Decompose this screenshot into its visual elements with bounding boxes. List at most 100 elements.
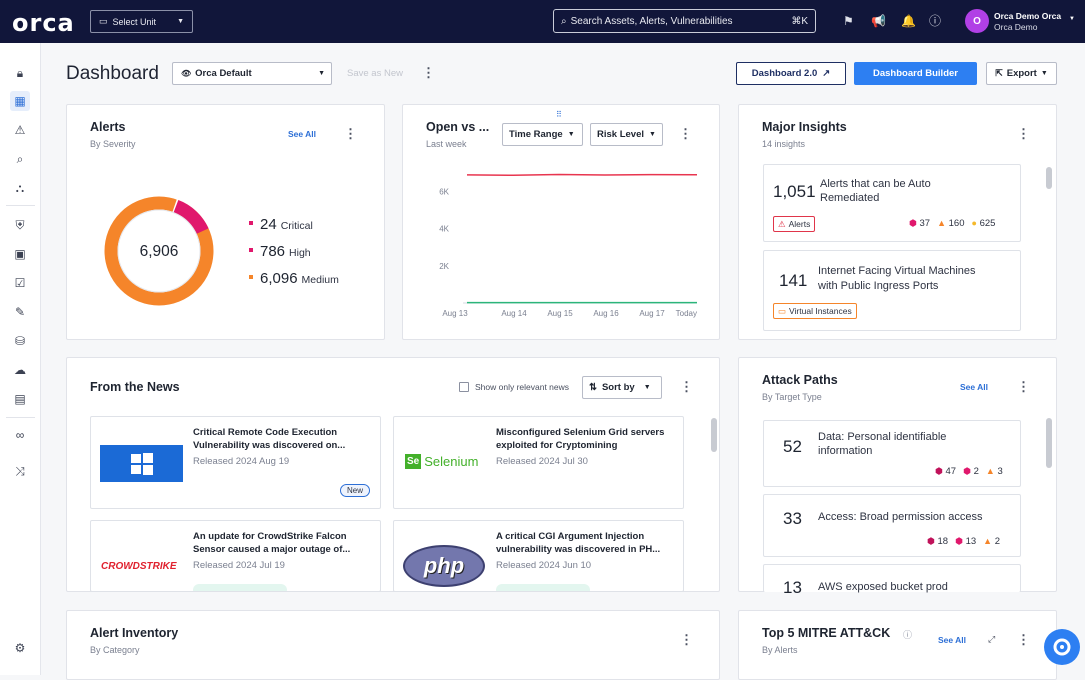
insights-title: Major Insights [762,120,847,134]
chevron-down-icon: ▼ [649,131,656,138]
save-as-new-button[interactable]: Save as New [347,68,403,79]
medium-count: 625 [979,218,996,229]
graph-icon[interactable]: ⛬ [10,178,30,198]
export-icon: ⇱ [995,68,1003,78]
sort-by-select[interactable]: ⇅ Sort by ▼ [582,376,662,399]
open-vs-subtitle: Last week [426,139,467,149]
automation-icon[interactable]: ⤨ [10,461,30,481]
high-icon: ⬢ [963,466,971,476]
inventory-subtitle: By Category [90,645,140,655]
dashboard-select[interactable]: 👁︎ Orca Default ▼ [172,62,332,85]
news-scrollbar[interactable] [711,418,717,452]
dashboard-builder-button[interactable]: Dashboard Builder [854,62,977,85]
attack-path-value: 52 [783,437,802,456]
alerts-more-icon[interactable]: ⋮ [344,127,357,140]
news-date: Released 2024 Jul 30 [496,456,588,467]
time-range-select[interactable]: Time Range ▼ [502,123,583,146]
info-icon[interactable]: ⓘ [903,628,912,641]
user-name[interactable]: Orca Demo Orca [994,11,1061,21]
insights-subtitle: 14 insights [762,139,806,149]
news-item[interactable]: CROWDSTRIKE An update for CrowdStrike Fa… [90,520,381,592]
series-line-0[interactable] [466,173,698,176]
megaphone-icon[interactable]: 📢 [871,14,886,28]
attack-scrollbar[interactable] [1046,418,1052,468]
sidebar-divider [6,205,35,206]
inventory-icon[interactable]: ▣ [10,244,30,264]
legend-value: 24 [260,216,277,233]
export-button[interactable]: ⇱ Export ▼ [986,62,1057,85]
integrations-icon[interactable]: ∞ [10,425,30,445]
x-tick-label: Aug 16 [593,309,619,318]
attack-path-item[interactable]: 13 AWS exposed bucket prod [763,564,1021,597]
sort-by-label: Sort by [601,382,635,393]
high-icon: ▲ [937,218,946,228]
select-unit-dropdown[interactable]: ▭ Select Unit ▼ [90,10,193,33]
settings-icon[interactable]: ⚙ [10,638,30,658]
database-icon[interactable]: ⛁ [10,331,30,351]
mitre-see-all-link[interactable]: See All [938,635,966,645]
insights-scrollbar[interactable] [1046,167,1052,189]
news-more-icon[interactable]: ⋮ [680,380,693,393]
relevance-pill [193,584,287,591]
global-search-input[interactable]: ⌕ Search Assets, Alerts, Vulnerabilities… [553,9,816,33]
sidebar: 🔒︎ ▦ ⚠ ⌕ ⛬ ⛨ ▣ ☑ ✎ ⛁ ☁ ▤ ∞ ⤨ ⚙ [0,43,41,675]
risk-level-select[interactable]: Risk Level ▼ [590,123,663,146]
legend-high[interactable]: 786 High [249,243,311,260]
insights-more-icon[interactable]: ⋮ [1017,127,1030,140]
php-wordmark: php [423,553,465,578]
alerts-tag[interactable]: ⚠ Alerts [773,216,816,232]
unit-icon: ▭ [99,16,108,26]
dashboard-2-label: Dashboard 2.0 [751,68,818,79]
insight-item[interactable]: 1,051 Alerts that can be Auto Remediated… [763,164,1021,242]
bell-icon[interactable]: 🔔 [901,14,916,28]
news-item[interactable]: Se Selenium Misconfigured Selenium Grid … [393,416,684,509]
dashboard-select-label: Orca Default [195,68,252,79]
news-title: From the News [90,380,180,394]
dashboard-icon[interactable]: ▦ [10,91,30,111]
dashboard-2-button[interactable]: Dashboard 2.0 ↗ [736,62,846,85]
expand-icon[interactable]: ⤢ [988,634,995,645]
alerts-card: Alerts By Severity See All ⋮ 6,906 24 Cr… [66,104,385,340]
alerts-see-all-link[interactable]: See All [288,129,316,139]
warning-icon: ⚠ [778,218,786,229]
legend-medium[interactable]: 6,096 Medium [249,270,339,287]
report-icon[interactable]: ▤ [10,389,30,409]
top-bar: orca ▭ Select Unit ▼ ⌕ Search Assets, Al… [0,0,1085,43]
shield-icon[interactable]: ⛨ [10,215,30,235]
search-icon: ⌕ [561,15,567,27]
crowdstrike-logo: CROWDSTRIKE [101,561,177,572]
open-vs-more-icon[interactable]: ⋮ [679,127,692,140]
attack-path-item[interactable]: 33 Access: Broad permission access ⬢ 18 … [763,494,1021,557]
insight-item[interactable]: 141 Internet Facing Virtual Machines wit… [763,250,1021,331]
mitre-more-icon[interactable]: ⋮ [1017,633,1030,646]
user-org: Orca Demo [994,22,1038,32]
attack-path-item[interactable]: 52 Data: Personal identifiable informati… [763,420,1021,487]
assistant-fab-button[interactable] [1044,629,1080,665]
news-item[interactable]: php A critical CGI Argument Injection vu… [393,520,684,592]
attack-see-all-link[interactable]: See All [960,382,988,392]
attack-path-text-line1: AWS exposed bucket prod [818,581,948,593]
virtual-instances-tag[interactable]: ▭ Virtual Instances [773,303,857,319]
lock-icon[interactable]: 🔒︎ [10,63,30,83]
search-icon[interactable]: ⌕ [10,149,30,169]
help-icon[interactable]: ⓘ [929,14,941,28]
eye-icon: 👁︎ [181,69,192,78]
alert-icon[interactable]: ⚠ [10,120,30,140]
more-options-icon[interactable]: ⋮ [422,66,435,79]
cloud-icon[interactable]: ☁ [10,360,30,380]
drag-handle-icon[interactable]: ⠿ [556,110,562,119]
policy-icon[interactable]: ✎ [10,302,30,322]
avatar[interactable]: O [965,9,989,33]
y-tick-label: 6K [439,188,449,197]
sidebar-divider [6,417,35,418]
legend-critical[interactable]: 24 Critical [249,216,313,233]
orca-logo[interactable]: orca [12,9,75,37]
flag-icon[interactable]: ⚑ [843,14,854,28]
news-item[interactable]: Critical Remote Code Execution Vulnerabi… [90,416,381,509]
show-relevant-checkbox[interactable] [459,382,469,392]
chevron-down-icon[interactable]: ▼ [1069,16,1075,22]
inventory-more-icon[interactable]: ⋮ [680,633,693,646]
legend-dot [249,221,253,225]
compliance-icon[interactable]: ☑ [10,273,30,293]
attack-more-icon[interactable]: ⋮ [1017,380,1030,393]
